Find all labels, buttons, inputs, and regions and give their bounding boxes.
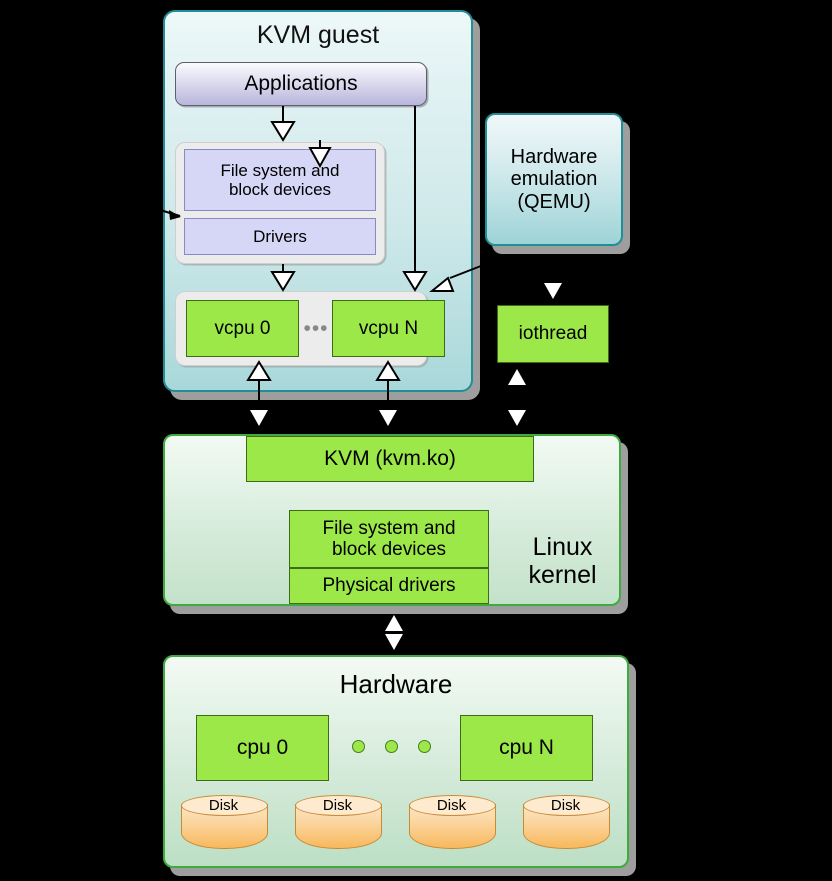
qemu-line3: (QEMU) bbox=[517, 190, 591, 213]
hardware-emulation-qemu-box[interactable]: Hardware emulation (QEMU) bbox=[485, 113, 623, 246]
disk-label: Disk bbox=[436, 797, 467, 814]
disk-0[interactable]: Disk bbox=[181, 795, 268, 853]
hardware-title: Hardware bbox=[339, 669, 453, 700]
vcpu0-box[interactable]: vcpu 0 bbox=[186, 300, 299, 357]
diagram-canvas: KVM guest Applications File system and b… bbox=[0, 0, 832, 881]
qemu-line2: emulation bbox=[510, 168, 598, 191]
physical-drivers-box[interactable]: Physical drivers bbox=[289, 568, 489, 604]
iothread-box[interactable]: iothread bbox=[497, 305, 609, 363]
kernel-fs-line1: File system and bbox=[322, 517, 456, 539]
vcpuN-box[interactable]: vcpu N bbox=[332, 300, 445, 357]
arrowhead-qemu-to-iothread bbox=[544, 283, 562, 299]
arrowhead-hardware-up-to-kernel bbox=[385, 615, 403, 631]
cpu0-box[interactable]: cpu 0 bbox=[196, 715, 329, 781]
disk-1[interactable]: Disk bbox=[295, 795, 382, 853]
disk-label: Disk bbox=[322, 797, 353, 814]
arrowhead-up-to-iothread bbox=[508, 369, 526, 385]
disk-label: Disk bbox=[550, 797, 581, 814]
guest-fs-line2: block devices bbox=[228, 180, 332, 199]
arrowhead-iothread-down-to-kvm bbox=[508, 410, 526, 426]
disk-3[interactable]: Disk bbox=[523, 795, 610, 853]
cpu-ellipsis-dots bbox=[352, 740, 452, 756]
cpu-dot-3 bbox=[418, 740, 431, 753]
guest-drivers-box[interactable]: Drivers bbox=[184, 218, 376, 255]
kernel-fs-line2: block devices bbox=[331, 539, 447, 560]
guest-file-system-box[interactable]: File system and block devices bbox=[184, 149, 376, 211]
vcpu-ellipsis: ••• bbox=[303, 317, 329, 341]
guest-fs-line1: File system and bbox=[220, 160, 340, 180]
kvm-guest-title: KVM guest bbox=[256, 21, 380, 49]
arrowhead-kernel-down-to-hardware bbox=[385, 634, 403, 650]
disk-2[interactable]: Disk bbox=[409, 795, 496, 853]
cpuN-box[interactable]: cpu N bbox=[460, 715, 593, 781]
kernel-file-system-box[interactable]: File system and block devices bbox=[289, 510, 489, 568]
arrowhead-vcpuN-down-to-kvm bbox=[379, 410, 397, 426]
linux-kernel-label-line1: Linux bbox=[532, 533, 593, 561]
linux-kernel-label-line2: kernel bbox=[528, 561, 597, 589]
cpu-dot-1 bbox=[352, 740, 365, 753]
qemu-line1: Hardware bbox=[510, 145, 598, 168]
arrowhead-vcpu0-down-to-kvm bbox=[250, 410, 268, 426]
kvm-module-box[interactable]: KVM (kvm.ko) bbox=[246, 436, 534, 482]
applications-box[interactable]: Applications bbox=[175, 62, 427, 106]
disk-label: Disk bbox=[208, 797, 239, 814]
cpu-dot-2 bbox=[385, 740, 398, 753]
linux-kernel-label: Linux kernel bbox=[505, 530, 620, 592]
